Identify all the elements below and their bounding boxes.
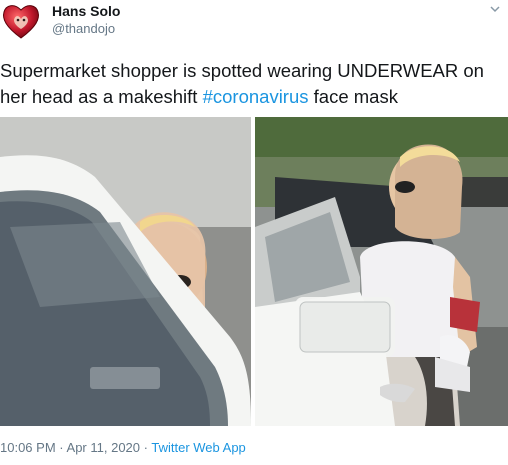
meta-separator: · bbox=[143, 440, 148, 455]
tweet-time[interactable]: 10:06 PM bbox=[0, 440, 56, 455]
photo-right-image bbox=[255, 117, 508, 426]
chevron-down-icon[interactable] bbox=[488, 2, 502, 16]
meta-separator: · bbox=[59, 440, 64, 455]
tweet-meta: 10:06 PM · Apr 11, 2020 · Twitter Web Ap… bbox=[0, 440, 246, 455]
tweet-text-part: face mask bbox=[308, 86, 398, 107]
heart-avatar-icon bbox=[3, 5, 39, 39]
author-name[interactable]: Hans Solo bbox=[52, 3, 120, 19]
author-handle[interactable]: @thandojo bbox=[52, 21, 115, 36]
photo-left-image bbox=[0, 117, 251, 426]
hashtag-link[interactable]: #coronavirus bbox=[203, 86, 309, 107]
tweet-source-link[interactable]: Twitter Web App bbox=[151, 440, 245, 455]
tweet-date[interactable]: Apr 11, 2020 bbox=[67, 440, 140, 455]
avatar[interactable] bbox=[0, 0, 42, 42]
photo-left[interactable] bbox=[0, 117, 251, 426]
photo-right[interactable] bbox=[255, 117, 508, 426]
tweet-media[interactable] bbox=[0, 117, 508, 426]
tweet-text: Supermarket shopper is spotted wearing U… bbox=[0, 58, 504, 110]
